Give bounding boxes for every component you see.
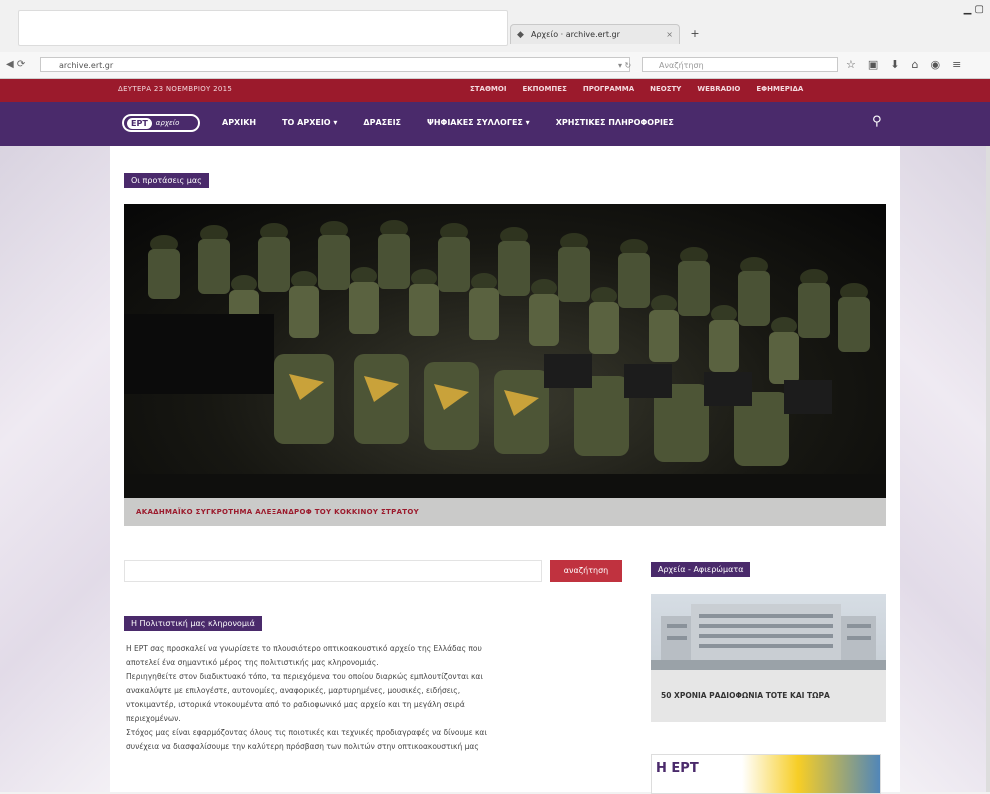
pocket-icon[interactable]: ◉: [930, 58, 940, 71]
heritage-line: Στόχος μας είναι εφαρμόζοντας όλους τις …: [126, 728, 487, 737]
topbar-link[interactable]: WEBRADIO: [697, 85, 740, 93]
heritage-line: Η ΕΡΤ σας προσκαλεί να γνωρίσετε το πλου…: [126, 644, 482, 653]
topbar-links: ΣΤΑΘΜΟΙ ΕΚΠΟΜΠΕΣ ΠΡΟΓΡΑΜΜΑ ΝΕΟΣΤΥ WEBRAD…: [470, 85, 803, 93]
archives-caption: 50 ΧΡΟΝΙΑ ΡΑΔΙΟΦΩΝΙΑ ΤΟΤΕ ΚΑΙ ΤΩΡΑ: [661, 691, 830, 700]
new-tab-button[interactable]: +: [686, 26, 704, 42]
star-icon[interactable]: ☆: [846, 58, 856, 71]
menu-icon[interactable]: ≡: [952, 58, 961, 71]
ert-archive-logo[interactable]: ΕΡΤ αρχείο: [122, 114, 200, 132]
topbar-link[interactable]: ΕΦΗΜΕΡΙΔΑ: [756, 85, 803, 93]
site-topbar: ΔΕΥΤΕΡΑ 23 ΝΟΕΜΒΡΙΟΥ 2015 ΣΤΑΘΜΟΙ ΕΚΠΟΜΠ…: [0, 79, 990, 102]
background-panel-right: [900, 146, 990, 792]
address-bar: ◀ ⟳ archive.ert.gr ▾ ↻ Αναζήτηση ☆ ▣ ⬇ ⌂…: [0, 52, 990, 79]
browser-search-input[interactable]: Αναζήτηση: [642, 57, 838, 72]
home-icon[interactable]: ⌂: [912, 58, 919, 71]
logo-ert: ΕΡΤ: [127, 117, 152, 129]
url-field[interactable]: archive.ert.gr: [40, 57, 630, 72]
heritage-line: ανακαλύψτε με επιλογέστε, αυτονομίες, αν…: [126, 686, 461, 695]
topbar-link[interactable]: ΣΤΑΘΜΟΙ: [470, 85, 506, 93]
heritage-line: περιεχομένων.: [126, 714, 181, 723]
topbar-link[interactable]: ΝΕΟΣΤΥ: [650, 85, 681, 93]
logo-archive: αρχείο: [155, 119, 180, 127]
tab-close-icon[interactable]: ×: [666, 30, 673, 39]
site-search-input[interactable]: [124, 560, 542, 582]
heritage-line: ντοκιμαντέρ, ιστορικά ντοκουμέντα από το…: [126, 700, 465, 709]
download-icon[interactable]: ⬇: [890, 58, 899, 71]
nav-item-activities[interactable]: ΔΡΑΣΕΙΣ: [363, 118, 401, 127]
favicon-icon: ◆: [517, 29, 524, 40]
scrollbar[interactable]: [986, 146, 990, 792]
search-button[interactable]: αναζήτηση: [550, 560, 622, 582]
topbar-link[interactable]: ΕΚΠΟΜΠΕΣ: [522, 85, 566, 93]
topbar-link[interactable]: ΠΡΟΓΡΑΜΜΑ: [583, 85, 634, 93]
tab-title: Αρχείο · archive.ert.gr: [531, 30, 620, 39]
main-content: Οι προτάσεις μας ΑΚΑΔΗΜΑΪΚΟ ΣΥΓΚΡΟΤΗΜΑ Α…: [110, 146, 900, 794]
nav-item-archive[interactable]: ΤΟ ΑΡΧΕΙΟ ▾: [282, 118, 337, 127]
nav-item-home[interactable]: ΑΡΧΙΚΗ: [222, 118, 256, 127]
promo-text: Η ΕΡΤ: [656, 761, 699, 776]
browser-tab[interactable]: ◆ Αρχείο · archive.ert.gr ×: [510, 24, 680, 44]
nav-item-useful-info[interactable]: ΧΡΗΣΤΙΚΕΣ ΠΛΗΡΟΦΟΡΙΕΣ: [556, 118, 674, 127]
promo-banner[interactable]: Η ΕΡΤ: [651, 754, 881, 794]
heritage-line: συνέχεια να διασφαλίσουμε την καλύτερη π…: [126, 742, 479, 751]
heritage-title: Η Πολιτιστική μας κληρονομιά: [124, 616, 262, 631]
nav-item-digital-collections[interactable]: ΨΗΦΙΑΚΕΣ ΣΥΛΛΟΓΕΣ ▾: [427, 118, 530, 127]
window-controls[interactable]: ▁ ▢: [964, 4, 984, 15]
promo-swirl: [742, 755, 880, 793]
building-image: [651, 594, 886, 670]
browser-chrome: ◆ Αρχείο · archive.ert.gr × + ▁ ▢: [0, 0, 990, 52]
heritage-line: Περιηγηθείτε στον διαδικτυακό τόπο, τα π…: [126, 672, 483, 681]
back-forward-buttons[interactable]: ◀ ⟳: [6, 59, 25, 70]
window-title-area: [18, 10, 508, 46]
toolbar-icons: ☆ ▣ ⬇ ⌂ ◉ ≡: [846, 58, 961, 71]
hero-caption[interactable]: ΑΚΑΔΗΜΑΪΚΟ ΣΥΓΚΡΟΤΗΜΑ ΑΛΕΞΑΝΔΡΟΦ ΤΟΥ ΚΟΚ…: [124, 498, 886, 526]
heritage-line: αποτελεί ένα σημαντικό μέρος της πολιτισ…: [126, 658, 379, 667]
current-date: ΔΕΥΤΕΡΑ 23 ΝΟΕΜΒΡΙΟΥ 2015: [118, 85, 233, 93]
archives-label: Αρχεία - Αφιερώματα: [651, 562, 751, 577]
search-icon[interactable]: ⚲: [872, 114, 882, 129]
nav-items: ΑΡΧΙΚΗ ΤΟ ΑΡΧΕΙΟ ▾ ΔΡΑΣΕΙΣ ΨΗΦΙΑΚΕΣ ΣΥΛΛ…: [222, 118, 674, 127]
archives-card[interactable]: 50 ΧΡΟΝΙΑ ΡΑΔΙΟΦΩΝΙΑ ΤΟΤΕ ΚΑΙ ΤΩΡΑ: [651, 594, 886, 722]
url-dropdown-icon[interactable]: ▾ ↻: [618, 61, 631, 70]
background-panel-left: [0, 146, 110, 792]
section-label-suggestions: Οι προτάσεις μας: [124, 173, 209, 188]
hero-image[interactable]: [124, 204, 886, 526]
choir-photo: [124, 220, 886, 526]
main-navigation: ΕΡΤ αρχείο ΑΡΧΙΚΗ ΤΟ ΑΡΧΕΙΟ ▾ ΔΡΑΣΕΙΣ ΨΗ…: [0, 102, 990, 146]
reader-icon[interactable]: ▣: [868, 58, 878, 71]
heritage-text: Η ΕΡΤ σας προσκαλεί να γνωρίσετε το πλου…: [126, 642, 626, 754]
